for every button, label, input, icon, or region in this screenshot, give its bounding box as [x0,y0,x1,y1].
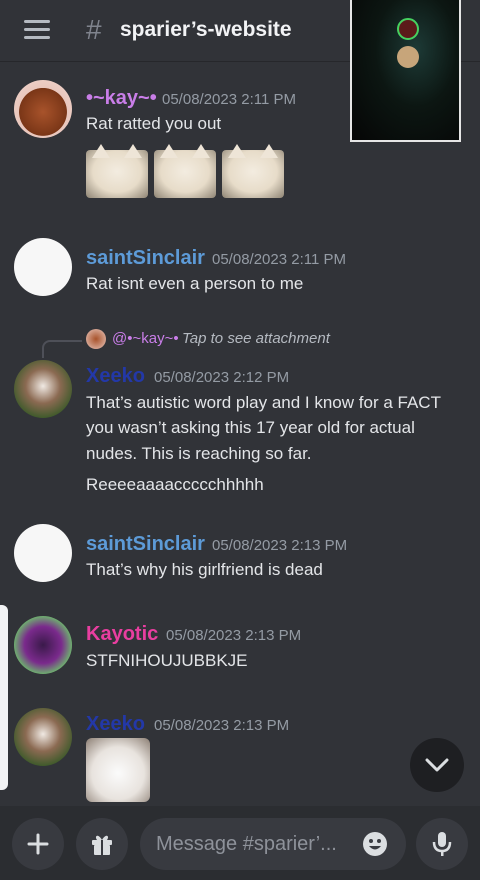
chevron-down-icon [425,758,449,772]
avatar[interactable] [14,238,72,296]
swipe-panel-edge[interactable] [0,605,8,790]
smudge-cat-sticker[interactable] [222,144,284,198]
message-author[interactable]: •~kay~• [86,87,157,110]
message-author[interactable]: saintSinclair [86,247,205,270]
message-timestamp: 05/08/2023 2:11 PM [212,251,346,268]
avatar[interactable] [14,524,72,582]
smudge-cat-sticker[interactable] [154,144,216,198]
avatar[interactable] [14,360,72,418]
call-participant-avatar [397,18,419,40]
message-author[interactable]: saintSinclair [86,533,205,556]
gift-button[interactable] [76,818,128,870]
reply-connector [42,340,82,358]
reply-preview[interactable]: Tap to see attachment [182,330,330,347]
message-author[interactable]: Xeeko [86,713,145,736]
reply-avatar [86,329,106,349]
screaming-cat-sticker[interactable] [86,738,150,802]
avatar[interactable] [14,616,72,674]
message-author[interactable]: Kayotic [86,623,158,646]
reply-author[interactable]: @•~kay~• [112,330,179,347]
hamburger-icon[interactable] [24,20,50,40]
composer-bar [0,806,480,880]
message-author[interactable]: Xeeko [86,365,145,388]
mic-icon [432,832,452,856]
avatar[interactable] [14,708,72,766]
gift-icon [92,835,112,855]
message-text: Rat ratted you out [86,114,222,133]
message-timestamp: 05/08/2023 2:12 PM [154,369,290,386]
message-text: That’s autistic word play and I know for… [86,393,441,412]
message-timestamp: 05/08/2023 2:11 PM [162,91,296,108]
message-text: you wasn’t asking this 17 year old for a… [86,418,415,437]
avatar[interactable] [14,80,72,138]
channel-hash-icon: # [86,14,102,45]
message-text: Rat isnt even a person to me [86,274,304,293]
message-text: Reeeeaaaaccccchhhhh [86,475,264,494]
smudge-cat-sticker[interactable] [86,144,148,198]
channel-title[interactable]: sparier’s-website [120,18,292,42]
call-participant-avatar [397,46,419,68]
emoji-icon[interactable] [362,831,388,857]
message-timestamp: 05/08/2023 2:13 PM [154,717,290,734]
plus-icon [27,833,49,855]
message-text: nudes. This is reaching so far. [86,444,312,463]
message-timestamp: 05/08/2023 2:13 PM [166,627,302,644]
message-input-container[interactable] [140,818,406,870]
attach-button[interactable] [12,818,64,870]
message-timestamp: 05/08/2023 2:13 PM [212,537,348,554]
jump-to-present-button[interactable] [410,738,464,792]
message-input[interactable] [156,818,352,870]
message-text: That’s why his girlfriend is dead [86,560,323,579]
voice-message-button[interactable] [416,818,468,870]
message-text: STFNIHOUJUBBKJE [86,651,248,670]
